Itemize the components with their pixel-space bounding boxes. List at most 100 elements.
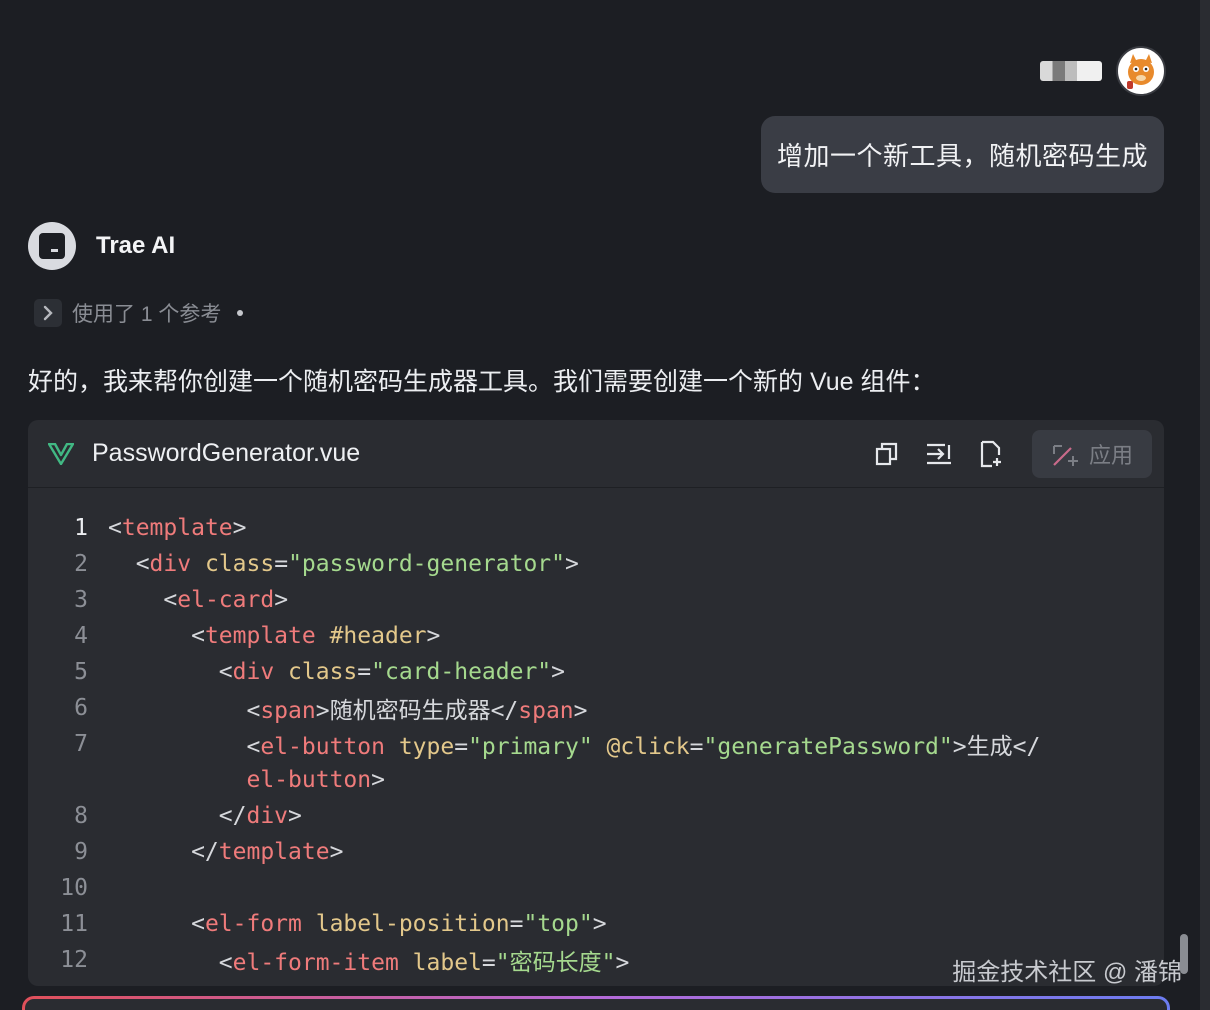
chat-input-box[interactable] [22,996,1170,1010]
references-toggle[interactable]: 使用了 1 个参考 [34,298,244,328]
code-token: div [149,551,192,577]
code-text: <div class="password-generator"> [88,551,579,577]
code-text: </div> [88,803,302,829]
code-content: 1 <template> 2 <div class="password-genera… [28,488,1164,978]
apply-magic-icon [1052,445,1078,466]
code-text: <template> [88,515,247,541]
code-token: = [454,734,469,760]
copy-icon [875,442,898,466]
code-token: >生成</ [952,734,1041,760]
window-edge [1200,0,1210,1010]
code-token: #header [329,623,427,649]
code-token: "密码长度" [495,950,616,976]
code-line: 1 <template> [28,510,1164,546]
code-token: < [108,623,205,649]
code-text: <span>随机密码生成器</span> [88,691,588,725]
code-token: = [357,659,372,685]
trae-logo-icon [28,222,76,270]
chevron-right-icon [34,299,62,327]
code-token: < [108,515,122,541]
code-token: > [615,950,630,976]
code-token: class [288,659,358,685]
code-token: type [398,734,455,760]
code-text: <el-form label-position="top"> [88,911,607,937]
vue-logo-icon [48,442,74,465]
insert-button[interactable] [924,439,954,469]
line-number: 2 [74,551,88,577]
code-line: 4 <template #header> [28,618,1164,654]
assistant-header: Trae AI [28,222,175,270]
code-line: 7 <el-button type="primary" @click="gene… [28,726,1164,762]
code-text: </template> [88,839,343,865]
code-token: < [108,950,233,976]
code-token: el-button [260,734,385,760]
code-toolbar: 应用 [872,430,1152,478]
insert-icon [927,443,951,465]
code-line: 8 </div> [28,798,1164,834]
code-token: el-button [246,767,372,793]
code-token: >随机密码生成器</ [315,698,519,724]
code-token: = [509,911,524,937]
code-token: "card-header" [371,659,552,685]
line-number: 4 [74,623,88,649]
code-token: div [246,803,289,829]
code-token: "generatePassword" [703,734,953,760]
line-number: 1 [74,515,88,541]
code-token: "top" [523,911,593,937]
code-token: class [204,551,275,577]
code-token: template [121,515,233,541]
code-line: 2 <div class="password-generator"> [28,546,1164,582]
copy-button[interactable] [872,439,902,469]
code-line: 5 <div class="card-header"> [28,654,1164,690]
watermark: 掘金技术社区 @ 潘锦 [952,959,1182,986]
code-token: > [565,551,579,577]
user-header [1040,46,1166,96]
code-line: 9 </template> [28,834,1164,870]
code-token: @click [606,734,690,760]
assistant-intro-text: 好的，我来帮你创建一个随机密码生成器工具。我们需要创建一个新的 Vue 组件： [28,368,936,396]
line-number: 12 [60,947,88,973]
code-token: span [518,698,574,724]
code-token: el-form-item [232,950,399,976]
code-token: span [260,698,316,724]
code-token: = [274,551,289,577]
user-avatar[interactable] [1116,46,1166,96]
code-text: el-button> [88,767,384,793]
code-line: el-button> [28,762,1164,798]
code-token: > [592,911,607,937]
line-number: 5 [74,659,88,685]
code-token: template [204,623,316,649]
code-block: PasswordGenerator.vue 应用 1 <template> 2 … [28,420,1164,986]
code-token: > [274,587,289,613]
new-file-button[interactable] [976,439,1006,469]
code-token: div [232,659,275,685]
line-number: 6 [74,695,88,721]
code-line: 10 [28,870,1164,906]
code-token: < [108,698,261,724]
cat-avatar-icon [1127,54,1154,89]
code-text: <el-button type="primary" @click="genera… [88,727,1040,761]
references-label: 使用了 1 个参考 [72,303,222,326]
code-token: > [551,659,566,685]
code-text: <div class="card-header"> [88,659,565,685]
line-number: 3 [74,587,88,613]
code-token: template [218,839,330,865]
user-message-bubble: 增加一个新工具，随机密码生成 [760,116,1164,193]
code-token: label [412,950,482,976]
code-token: el-form [204,911,302,937]
line-number: 7 [74,731,88,757]
apply-button[interactable]: 应用 [1032,430,1152,478]
new-file-icon [980,440,1001,468]
code-token: > [288,803,302,829]
code-token: label-position [315,911,510,937]
code-text: <el-card> [88,587,288,613]
code-token: = [689,734,704,760]
code-token: > [573,698,588,724]
code-line: 11 <el-form label-position="top"> [28,906,1164,942]
code-token: "primary" [468,734,593,760]
code-line: 3 <el-card> [28,582,1164,618]
